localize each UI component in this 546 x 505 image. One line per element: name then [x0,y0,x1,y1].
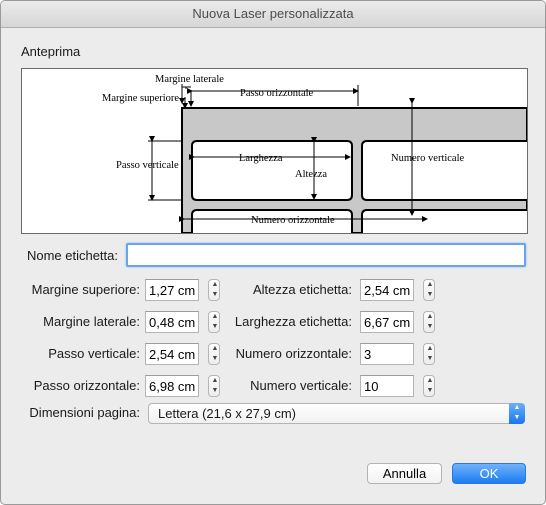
number-across-label: Numero orizzontale: [235,346,352,361]
label-height-field[interactable] [360,279,414,301]
chevron-up-icon[interactable]: ▲ [211,312,219,322]
diagram-label-horizontal-pitch: Passo orizzontale [240,88,314,99]
diagram-label-number-down: Numero verticale [391,153,465,164]
horizontal-pitch-field[interactable] [145,375,199,397]
diagram-label-width: Larghezza [239,153,283,164]
diagram-label-side-margin: Margine laterale [155,74,224,85]
vertical-pitch-stepper[interactable]: ▲ ▼ [208,343,220,365]
horizontal-pitch-stepper[interactable]: ▲ ▼ [208,375,220,397]
preview-diagram: Margine laterale Margine superiore Passo… [102,74,527,233]
chevron-down-icon[interactable]: ▼ [211,290,219,300]
top-margin-field[interactable] [145,279,199,301]
diagram-label-number-across: Numero orizzontale [251,215,335,226]
page-size-select[interactable]: Lettera (21,6 x 27,9 cm) ▲ ▼ [148,403,525,424]
dialog-window: Nuova Laser personalizzata Anteprima Mar… [0,0,546,505]
number-down-stepper[interactable]: ▲ ▼ [423,375,435,397]
label-preview: Margine laterale Margine superiore Passo… [21,68,528,234]
label-width-label: Larghezza etichetta: [234,314,352,329]
preview-heading: Anteprima [21,44,81,59]
number-across-field[interactable] [360,343,414,365]
chevron-up-icon[interactable]: ▲ [426,312,434,322]
number-down-label: Numero verticale: [250,378,352,393]
label-name-input[interactable] [126,243,526,267]
chevron-up-icon[interactable]: ▲ [211,344,219,354]
chevron-up-icon[interactable]: ▲ [426,376,434,386]
label-width-stepper[interactable]: ▲ ▼ [423,311,435,333]
top-margin-stepper[interactable]: ▲ ▼ [208,279,220,301]
chevron-up-icon[interactable]: ▲ [426,344,434,354]
chevron-down-icon[interactable]: ▼ [426,322,434,332]
vertical-pitch-field[interactable] [145,343,199,365]
chevron-down-icon[interactable]: ▼ [426,354,434,364]
diagram-label-top-margin: Margine superiore [102,93,179,104]
chevron-up-icon[interactable]: ▲ [211,280,219,290]
cancel-button[interactable]: Annulla [367,463,442,484]
page-size-value: Lettera (21,6 x 27,9 cm) [158,406,297,421]
top-margin-label: Margine superiore: [31,282,140,297]
side-margin-label: Margine laterale: [43,314,140,329]
number-down-field[interactable] [360,375,414,397]
ok-button[interactable]: OK [452,463,526,484]
window-title: Nuova Laser personalizzata [192,6,354,21]
number-across-stepper[interactable]: ▲ ▼ [423,343,435,365]
chevron-up-icon[interactable]: ▲ [426,280,434,290]
label-height-stepper[interactable]: ▲ ▼ [423,279,435,301]
chevron-down-icon[interactable]: ▼ [426,290,434,300]
label-width-field[interactable] [360,311,414,333]
label-name-label: Nome etichetta: [26,248,118,263]
side-margin-field[interactable] [145,311,199,333]
chevron-up-icon[interactable]: ▲ [211,376,219,386]
vertical-pitch-label: Passo verticale: [48,346,140,361]
chevron-down-icon[interactable]: ▼ [211,354,219,364]
chevron-down-icon[interactable]: ▼ [211,322,219,332]
updown-chevron-icon: ▲ ▼ [509,403,525,424]
label-height-label: Altezza etichetta: [253,282,352,297]
side-margin-stepper[interactable]: ▲ ▼ [208,311,220,333]
page-size-label: Dimensioni pagina: [29,405,140,420]
chevron-down-icon[interactable]: ▼ [426,386,434,396]
title-bar: Nuova Laser personalizzata [1,1,545,28]
chevron-down-icon[interactable]: ▼ [211,386,219,396]
label-grid-shape [181,107,527,233]
diagram-label-vertical-pitch: Passo verticale [116,160,179,171]
horizontal-pitch-label: Passo orizzontale: [33,378,140,393]
diagram-label-height: Altezza [295,169,327,180]
